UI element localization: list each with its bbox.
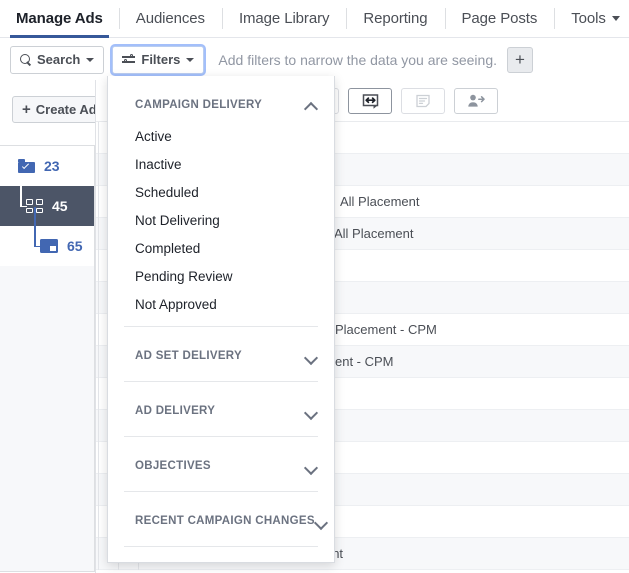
tab-audiences[interactable]: Audiences	[118, 0, 222, 37]
divider	[124, 491, 318, 492]
tab-manage-ads-label: Manage Ads	[16, 10, 103, 27]
ads-manager-screen: Manage Ads Audiences Image Library Repor…	[0, 0, 629, 573]
filter-option-label: Active	[135, 128, 172, 144]
add-filter-button[interactable]: +	[507, 46, 533, 73]
object-row-ad[interactable]: 65	[0, 207, 94, 266]
filter-option-completed[interactable]: Completed	[108, 234, 334, 262]
filter-option-not-delivering[interactable]: Not Delivering	[108, 206, 334, 234]
filter-section-header-recent-ad-set-changes[interactable]: RECENT AD SET CHANGES	[108, 559, 334, 562]
chevron-down-icon	[305, 460, 318, 473]
divider	[124, 436, 318, 437]
report-lines-icon	[416, 94, 430, 107]
filter-hint-text: Add filters to narrow the data you are s…	[218, 51, 497, 68]
left-object-panel: + Create Ad S 23 45	[0, 80, 96, 573]
filter-toolbar: Search Filters Add filters to narrow the…	[0, 39, 629, 80]
filter-option-label: Completed	[135, 240, 201, 256]
filter-section-header-recent-campaign-changes[interactable]: RECENT CAMPAIGN CHANGES	[108, 504, 334, 538]
filter-section-ad-set-delivery: AD SET DELIVERY	[108, 339, 334, 373]
chevron-down-icon	[305, 350, 318, 363]
person-arrow-icon	[468, 94, 485, 107]
filter-option-label: Not Approved	[135, 296, 217, 312]
primary-nav-tabs: Manage Ads Audiences Image Library Repor…	[0, 0, 629, 38]
search-button[interactable]: Search	[10, 45, 105, 74]
ad-count: 65	[67, 238, 83, 254]
tab-audiences-label: Audiences	[135, 10, 205, 27]
share-button[interactable]	[454, 87, 498, 114]
report-button[interactable]	[401, 87, 445, 114]
filters-button-label: Filters	[141, 52, 181, 67]
ad-screen-icon	[40, 239, 58, 253]
filter-section-header-campaign-delivery[interactable]: CAMPAIGN DELIVERY	[108, 88, 334, 122]
filter-section-recent-campaign-changes: RECENT CAMPAIGN CHANGES	[108, 504, 334, 538]
create-ad-set-button[interactable]: + Create Ad S	[12, 96, 96, 123]
create-ad-set-label: Create Ad S	[35, 102, 96, 117]
search-button-label: Search	[37, 52, 81, 67]
filter-section-title: OBJECTIVES	[135, 460, 211, 472]
tab-page-posts-label: Page Posts	[461, 10, 538, 27]
filter-option-inactive[interactable]: Inactive	[108, 150, 334, 178]
tab-page-posts[interactable]: Page Posts	[444, 0, 555, 37]
plus-icon: +	[22, 101, 31, 118]
tab-reporting[interactable]: Reporting	[346, 0, 444, 37]
divider	[124, 381, 318, 382]
filter-option-pending-review[interactable]: Pending Review	[108, 262, 334, 290]
chevron-down-icon	[86, 57, 95, 62]
filter-option-label: Scheduled	[135, 184, 199, 200]
campaign-folder-check-icon	[18, 159, 35, 173]
filter-option-label: Pending Review	[135, 268, 233, 284]
filter-section-objectives: OBJECTIVES	[108, 449, 334, 483]
left-panel-empty-area	[0, 266, 95, 572]
ad-set-count: 45	[52, 198, 68, 214]
filter-section-recent-ad-set-changes: RECENT AD SET CHANGES	[108, 559, 334, 562]
filter-option-label: Not Delivering	[135, 212, 220, 228]
divider	[124, 326, 318, 327]
tab-manage-ads[interactable]: Manage Ads	[0, 0, 119, 38]
filter-option-label: Inactive	[135, 156, 182, 172]
tab-reporting-label: Reporting	[363, 10, 428, 27]
tab-image-library[interactable]: Image Library	[221, 0, 346, 37]
filter-section-title: RECENT CAMPAIGN CHANGES	[135, 515, 315, 527]
filter-section-title: AD SET DELIVERY	[135, 350, 242, 362]
object-row-ad-set[interactable]: 45	[0, 186, 94, 226]
tab-image-library-label: Image Library	[238, 10, 330, 27]
divider	[124, 546, 318, 547]
tab-tools-label: Tools	[571, 10, 606, 27]
chevron-down-icon	[611, 16, 620, 21]
chevron-down-icon	[186, 57, 195, 62]
filter-option-not-approved[interactable]: Not Approved	[108, 290, 334, 318]
search-icon	[20, 54, 31, 65]
filter-section-title: CAMPAIGN DELIVERY	[135, 99, 263, 111]
filter-section-ad-delivery: AD DELIVERY	[108, 394, 334, 428]
filter-section-header-ad-set-delivery[interactable]: AD SET DELIVERY	[108, 339, 334, 373]
filter-option-active[interactable]: Active	[108, 122, 334, 150]
active-tab-underline	[10, 35, 109, 38]
swap-arrows-icon	[362, 93, 378, 109]
filter-option-scheduled[interactable]: Scheduled	[108, 178, 334, 206]
filter-section-campaign-delivery: CAMPAIGN DELIVERY Active Inactive Schedu…	[108, 88, 334, 318]
filters-dropdown-panel: CAMPAIGN DELIVERY Active Inactive Schedu…	[107, 76, 335, 563]
chevron-down-icon	[315, 515, 328, 528]
sliders-icon	[122, 53, 136, 65]
chevron-down-icon	[305, 405, 318, 418]
export-button[interactable]	[348, 87, 392, 114]
object-row-campaign[interactable]: 23	[0, 146, 94, 186]
chevron-up-icon	[305, 99, 318, 112]
filter-section-title: AD DELIVERY	[135, 405, 216, 417]
filter-section-header-ad-delivery[interactable]: AD DELIVERY	[108, 394, 334, 428]
filter-section-header-objectives[interactable]: OBJECTIVES	[108, 449, 334, 483]
campaign-count: 23	[44, 158, 60, 174]
tab-tools[interactable]: Tools	[554, 0, 629, 37]
filters-button[interactable]: Filters	[112, 45, 205, 74]
object-hierarchy-list: 23 45 65	[0, 145, 95, 267]
